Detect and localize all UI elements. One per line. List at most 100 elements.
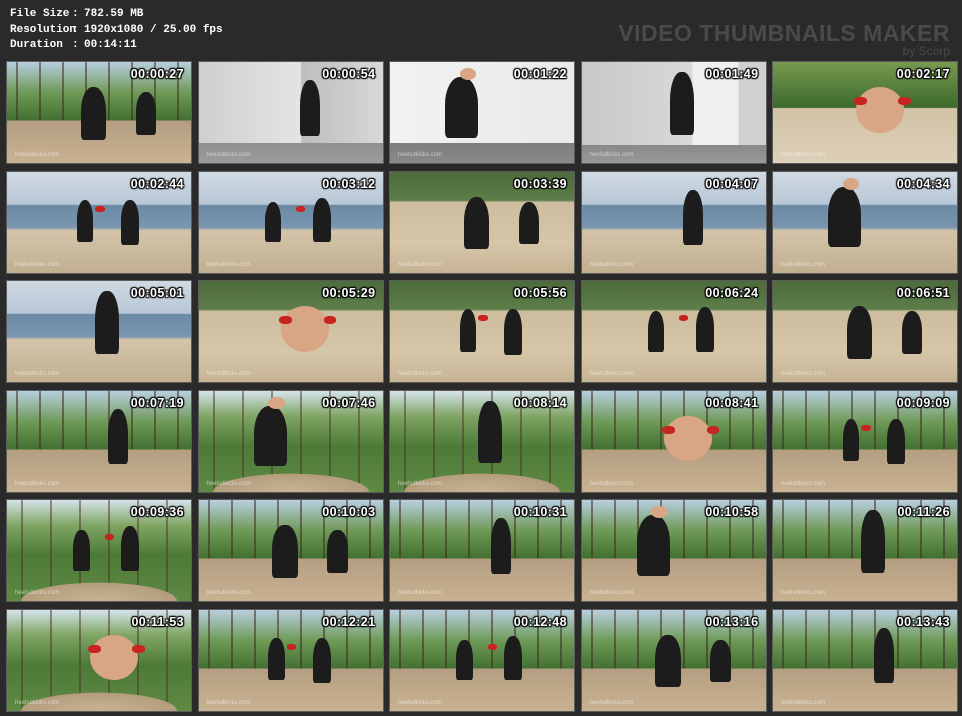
person-silhouette [655,634,681,688]
person-silhouette [456,639,473,681]
thumbnail-timestamp: 00:07:46 [322,395,376,410]
person-silhouette [253,405,287,467]
thumbnail-watermark: heelsdkicks.com [206,480,251,487]
thumbnail-watermark: heelsdkicks.com [206,699,251,706]
separator: : [72,39,79,51]
thumbnail-watermark: heelsdkicks.com [398,152,443,158]
person-silhouette [108,408,129,465]
person-silhouette [135,92,157,135]
video-thumbnail: heelsdkicks.com 00:06:51 [772,280,958,383]
thumbnail-timestamp: 00:12:21 [322,614,376,629]
person-silhouette [842,418,860,462]
thumbnail-timestamp: 00:03:39 [513,176,567,191]
file-info-panel: File Size:782.59 MB Resolution:1920x1080… [10,7,223,54]
video-thumbnail: heelsdkicks.com 00:07:19 [6,389,192,493]
thumbnail-watermark: heelsdkicks.com [398,261,443,268]
person-silhouette [264,201,282,243]
brand-logo: VIDEO THUMBNAILS MAKER by Scorp [618,20,950,57]
person-silhouette [842,177,860,190]
video-thumbnail: heelsdkicks.com 00:13:43 [772,608,958,712]
thumbnail-timestamp: 00:07:19 [130,395,184,410]
thumbnail-watermark: heelsdkicks.com [398,699,443,706]
thumbnail-timestamp: 00:04:07 [705,176,759,191]
boxing-glove-shape [898,97,911,106]
video-thumbnail: heelsdkicks.com 00:05:01 [6,280,192,383]
video-thumbnail: heelsdkicks.com 00:02:17 [772,61,958,164]
thumbnail-watermark: heelsdkicks.com [15,371,60,377]
boxing-glove-shape [487,643,497,650]
person-silhouette [312,197,331,243]
thumbnail-timestamp: 00:04:34 [896,176,950,191]
brand-subtitle: by Scorp [902,44,950,58]
thumbnail-timestamp: 00:05:01 [130,286,184,300]
video-thumbnail: heelsdkicks.com 00:09:09 [772,389,958,493]
person-silhouette [312,637,331,684]
thumbnail-timestamp: 00:11:26 [897,505,950,519]
thumbnail-timestamp: 00:12:48 [513,614,567,629]
file-size-label: File Size [10,8,70,20]
person-silhouette [664,415,713,462]
boxing-glove-shape [706,425,720,434]
boxing-glove-shape [662,425,676,434]
person-silhouette [874,627,895,684]
person-silhouette [504,309,523,355]
thumbnail-timestamp: 00:00:27 [130,67,184,81]
thumbnail-watermark: heelsdkicks.com [206,590,251,596]
video-thumbnail: heelsdkicks.com 00:10:31 [389,499,575,602]
video-thumbnail: heelsdkicks.com 00:08:14 [389,389,575,493]
person-silhouette [504,635,523,681]
person-silhouette [89,634,138,681]
person-silhouette [478,400,503,464]
boxing-glove-shape [104,534,114,541]
person-silhouette [95,291,120,354]
thumbnail-timestamp: 00:00:54 [322,67,376,81]
thumbnail-timestamp: 00:01:49 [705,67,759,81]
video-thumbnail: heelsdkicks.com 00:02:44 [6,170,192,274]
person-silhouette [73,530,90,571]
video-thumbnail: heelsdkicks.com 00:05:29 [197,280,384,383]
person-silhouette [855,87,904,133]
person-silhouette [281,306,330,352]
thumbnail-watermark: heelsdkicks.com [589,699,634,706]
thumbnail-timestamp: 00:09:09 [896,395,950,410]
person-silhouette [901,311,923,354]
person-silhouette [272,525,298,578]
thumbnail-timestamp: 00:01:22 [513,67,567,81]
video-thumbnail: heelsdkicks.com 00:03:39 [389,170,575,274]
thumbnail-timestamp: 00:08:41 [705,395,759,410]
person-silhouette [459,309,477,352]
thumbnail-timestamp: 00:06:51 [896,286,950,300]
boxing-glove-shape [853,97,867,106]
resolution-row: Resolution:1920x1080 / 25.00 fps [10,23,223,39]
thumbnail-watermark: heelsdkicks.com [15,261,60,268]
person-silhouette [121,526,140,571]
thumbnail-watermark: heelsdkicks.com [398,480,443,487]
video-thumbnail: heelsdkicks.com 00:12:48 [389,608,575,712]
thumbnail-grid: heelsdkicks.com 00:00:27 heelsdkicks.com 00… [6,61,958,712]
person-silhouette [518,201,540,245]
video-thumbnail: heelsdkicks.com 00:11:53 [6,608,192,712]
person-silhouette [445,77,479,138]
thumbnail-timestamp: 00:05:29 [322,286,376,300]
person-silhouette [669,72,694,135]
thumbnail-watermark: heelsdkicks.com [781,261,826,268]
thumbnail-watermark: heelsdkicks.com [781,152,826,158]
video-thumbnail: heelsdkicks.com 00:13:16 [580,608,767,712]
thumbnail-watermark: heelsdkicks.com [398,590,443,596]
thumbnail-watermark: heelsdkicks.com [15,590,60,596]
video-thumbnail: heelsdkicks.com 00:12:21 [197,608,384,712]
video-thumbnail: heelsdkicks.com 00:04:07 [580,170,767,274]
person-silhouette [682,189,703,246]
thumbnail-timestamp: 00:10:03 [322,505,376,519]
thumbnail-watermark: heelsdkicks.com [589,590,634,596]
thumbnail-timestamp: 00:09:36 [130,505,184,519]
video-thumbnail: heelsdkicks.com 00:06:24 [580,280,767,383]
video-thumbnail: heelsdkicks.com 00:01:49 [580,61,767,164]
person-silhouette [828,186,862,248]
duration-value: 00:14:11 [84,39,137,51]
separator: : [72,23,79,36]
video-thumbnail: heelsdkicks.com 00:05:56 [389,280,575,383]
thumbnail-watermark: heelsdkicks.com [206,261,251,268]
person-silhouette [491,518,512,574]
thumbnail-watermark: heelsdkicks.com [206,152,251,158]
